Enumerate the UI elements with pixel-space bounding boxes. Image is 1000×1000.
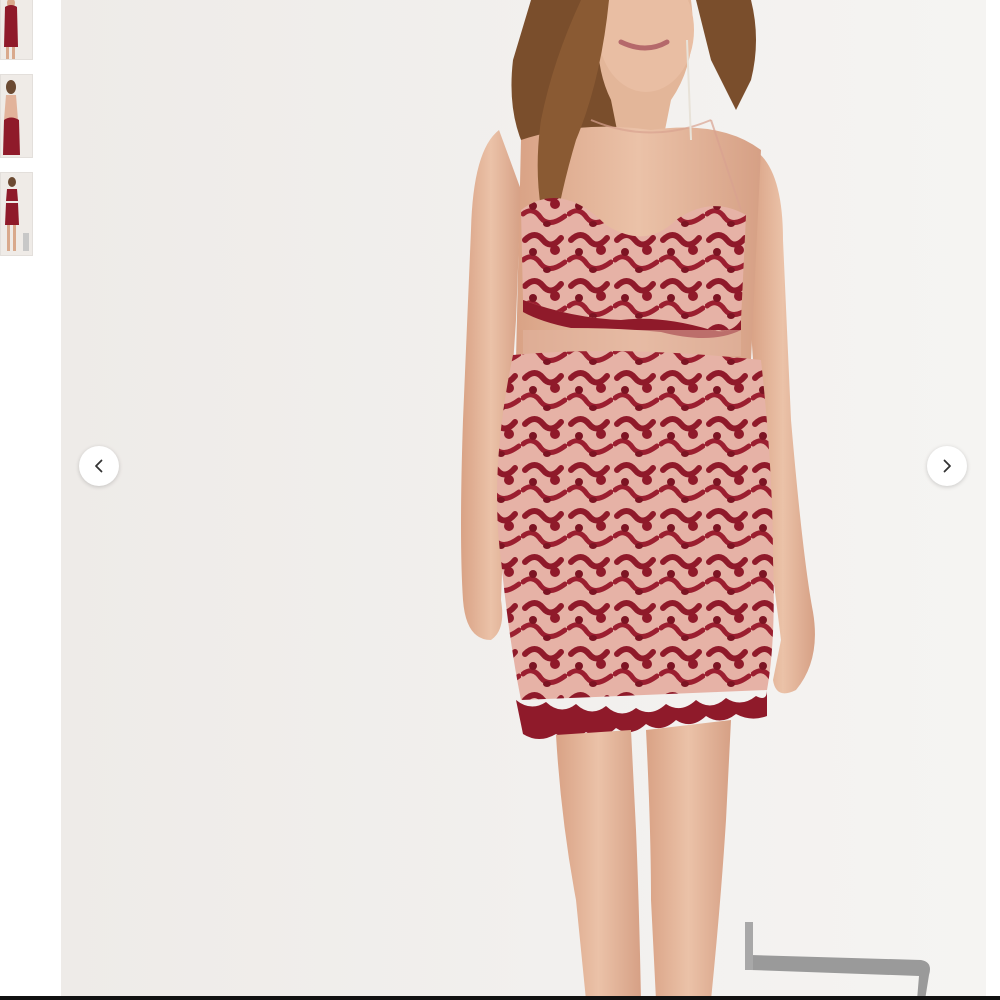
- model-wearing-lace-set-icon: [461, 0, 930, 1000]
- bottom-divider: [0, 996, 1000, 1000]
- chevron-right-icon: [943, 459, 951, 473]
- dress-back-thumbnail-icon: [1, 75, 32, 157]
- previous-image-button[interactable]: [79, 446, 119, 486]
- main-product-image: [61, 0, 986, 1000]
- next-image-button[interactable]: [927, 446, 967, 486]
- thumbnail-front[interactable]: [0, 0, 33, 60]
- dress-full-length-thumbnail-icon: [1, 173, 32, 255]
- chevron-left-icon: [95, 459, 103, 473]
- thumbnail-back[interactable]: [0, 74, 33, 158]
- product-image-viewer: [0, 0, 1000, 1000]
- thumbnail-strip: [0, 0, 36, 1000]
- dress-front-thumbnail-icon: [1, 0, 32, 59]
- right-gutter: [986, 0, 1000, 1000]
- thumbnail-full-length[interactable]: [0, 172, 33, 256]
